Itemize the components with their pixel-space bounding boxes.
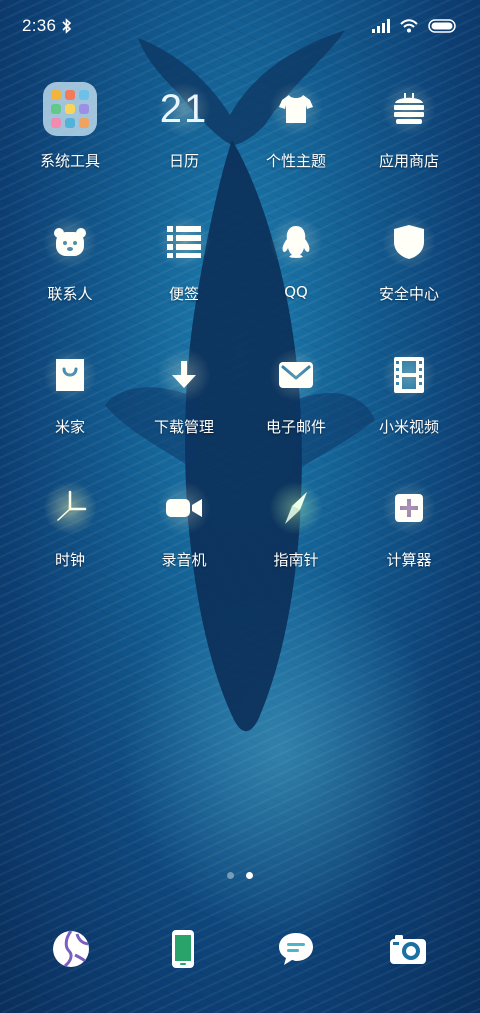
- app-calendar[interactable]: 21 日历: [129, 78, 239, 188]
- dock: [0, 918, 480, 980]
- app-label: 日历: [168, 152, 199, 170]
- chat-bubble-icon: [279, 933, 313, 965]
- app-label: 个性主题: [265, 152, 326, 170]
- app-compass[interactable]: 指南针: [241, 477, 351, 587]
- app-label: 联系人: [47, 285, 93, 303]
- app-label: 应用商店: [378, 152, 439, 170]
- app-label: 电子邮件: [265, 418, 326, 436]
- app-recorder[interactable]: 录音机: [129, 477, 239, 587]
- app-qq[interactable]: QQ: [241, 211, 351, 321]
- bluetooth-icon: [62, 18, 72, 34]
- camera-icon: [390, 935, 426, 964]
- dock-messages[interactable]: [265, 918, 327, 980]
- status-bar: 2:36: [0, 0, 480, 52]
- app-label: 米家: [54, 418, 85, 436]
- app-label: 计算器: [386, 551, 432, 569]
- status-time: 2:36: [22, 16, 57, 35]
- page-dot-2[interactable]: [246, 872, 253, 879]
- app-calculator[interactable]: 计算器: [354, 477, 464, 587]
- app-system-tools[interactable]: 系统工具: [15, 78, 125, 188]
- app-clock[interactable]: 时钟: [15, 477, 125, 587]
- app-mi-video[interactable]: 小米视频: [354, 344, 464, 454]
- app-label: 下载管理: [153, 418, 214, 436]
- app-contacts[interactable]: 联系人: [15, 211, 125, 321]
- app-label: 指南针: [273, 551, 319, 569]
- dock-phone[interactable]: [152, 918, 214, 980]
- app-mijia[interactable]: 米家: [15, 344, 125, 454]
- page-indicator[interactable]: [0, 872, 480, 879]
- app-label: 时钟: [54, 551, 85, 569]
- app-label: 录音机: [161, 551, 207, 569]
- phone-icon: [172, 930, 194, 968]
- app-label: QQ: [284, 283, 308, 301]
- app-label: 便签: [168, 285, 199, 303]
- signal-icon: [372, 19, 390, 33]
- battery-icon: [428, 19, 458, 33]
- app-app-store[interactable]: 应用商店: [354, 78, 464, 188]
- dock-camera[interactable]: [377, 918, 439, 980]
- wifi-icon: [400, 19, 418, 33]
- app-downloads[interactable]: 下载管理: [129, 344, 239, 454]
- folder-icon: [43, 82, 97, 136]
- app-notes[interactable]: 便签: [129, 211, 239, 321]
- page-dot-1[interactable]: [227, 872, 234, 879]
- calendar-icon: 21: [159, 86, 209, 131]
- app-label: 系统工具: [39, 152, 100, 170]
- app-themes[interactable]: 个性主题: [241, 78, 351, 188]
- app-label: 安全中心: [378, 285, 439, 303]
- app-email[interactable]: 电子邮件: [241, 344, 351, 454]
- dock-browser[interactable]: [40, 918, 102, 980]
- app-security[interactable]: 安全中心: [354, 211, 464, 321]
- app-label: 小米视频: [378, 418, 439, 436]
- globe-icon: [53, 930, 89, 968]
